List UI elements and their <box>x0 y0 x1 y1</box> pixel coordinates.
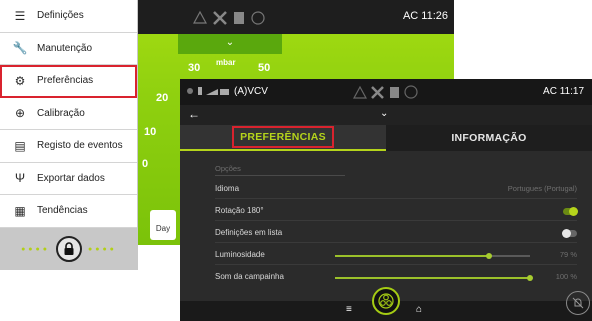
list-settings-toggle[interactable] <box>562 229 577 238</box>
chevron-down-icon[interactable]: ⌄ <box>178 34 282 54</box>
section-title: Opções <box>215 164 241 173</box>
slider-fill <box>335 277 530 279</box>
background-clock: AC 11:26 <box>402 10 448 22</box>
brightness-slider[interactable] <box>335 253 530 259</box>
chevron-down-icon[interactable]: ⌄ <box>380 108 388 119</box>
menu-item-label: Preferências <box>37 75 94 87</box>
fan-button[interactable] <box>372 287 400 315</box>
device-screen: (A)VCV AC 11:17 ← ⌄ PREFERÊNCIAS INFORMA… <box>180 79 592 321</box>
side-menu: ☰ Definições 🔧 Manutenção ⚙ Preferências… <box>0 0 138 270</box>
tab-informacao[interactable]: INFORMAÇÃO <box>386 125 592 151</box>
gauge-label: 10 <box>144 126 157 138</box>
tab-bar: PREFERÊNCIAS INFORMAÇÃO <box>180 125 592 151</box>
device-clock: AC 11:17 <box>543 86 584 97</box>
background-status-bar: AC 11:26 <box>138 0 454 34</box>
menu-item-preferencias[interactable]: ⚙ Preferências <box>0 65 137 98</box>
row-divider <box>215 264 577 265</box>
setting-value: Portugues (Portugal) <box>507 184 577 193</box>
slider-thumb[interactable] <box>486 253 493 259</box>
home-icon[interactable]: ⌂ <box>416 304 422 315</box>
dots-icon: ●●●● <box>88 245 117 253</box>
gauge-label: 30 <box>188 62 201 74</box>
menu-item-calibracao[interactable]: ⊕ Calibração <box>0 98 137 130</box>
slider-thumb[interactable] <box>527 275 533 281</box>
status-icons <box>192 10 265 25</box>
day-mode-button[interactable]: Day <box>150 210 176 240</box>
clipboard-icon: ▤ <box>14 138 26 153</box>
screen: AC 11:26 ⌄ 30 mbar 50 20 10 0 Day ☰ Defi… <box>0 0 592 321</box>
menu-item-exportar-dados[interactable]: Ψ Exportar dados <box>0 163 137 195</box>
gauge-unit: mbar <box>216 58 236 67</box>
dots-icon: ●●●● <box>21 245 50 253</box>
menu-item-definicoes[interactable]: ☰ Definições <box>0 0 137 33</box>
setting-row-luminosidade: Luminosidade 79 % <box>215 247 577 265</box>
setting-label: Som da campainha <box>215 272 284 281</box>
toggle-knob <box>562 229 571 238</box>
tab-label: INFORMAÇÃO <box>451 132 527 144</box>
menu-item-label: Exportar dados <box>37 172 105 184</box>
alarm-silence-button[interactable] <box>566 291 590 315</box>
bell-volume-slider[interactable] <box>335 275 533 281</box>
wrench-icon: 🔧 <box>12 41 28 56</box>
setting-row-som-da-campainha: Som da campainha 100 % <box>215 269 577 287</box>
setting-label: Definições em lista <box>215 228 283 237</box>
day-label: Day <box>155 224 171 233</box>
setting-label: Rotação 180° <box>215 206 264 215</box>
row-divider <box>215 220 577 221</box>
navigation-bar: ← ⌄ <box>180 105 592 125</box>
setting-label: Idioma <box>215 184 240 193</box>
section-divider <box>215 175 345 176</box>
gauge-label: 0 <box>142 158 149 170</box>
menu-item-label: Calibração <box>37 107 85 119</box>
tab-preferencias[interactable]: PREFERÊNCIAS <box>180 125 386 151</box>
menu-item-label: Registo de eventos <box>37 140 123 152</box>
row-divider <box>215 198 577 199</box>
menu-item-label: Manutenção <box>37 42 93 54</box>
gear-icon: ⚙ <box>14 73 26 88</box>
menu-item-label: Tendências <box>37 205 88 217</box>
grid-icon: ▦ <box>14 203 26 218</box>
toggle-knob <box>569 207 578 216</box>
menu-item-manutencao[interactable]: 🔧 Manutenção <box>0 33 137 65</box>
calibration-icon: ⊕ <box>14 106 26 121</box>
usb-icon: Ψ <box>14 171 26 186</box>
setting-row-idioma[interactable]: Idioma Portugues (Portugal) <box>215 181 577 199</box>
row-divider <box>215 242 577 243</box>
menu-icon[interactable]: ≡ <box>346 304 352 315</box>
back-arrow-icon[interactable]: ← <box>188 107 200 121</box>
ventilation-mode: (A)VCV <box>234 85 268 97</box>
fan-icon <box>378 293 394 309</box>
slider-fill <box>335 255 490 257</box>
setting-row-rotacao: Rotação 180° <box>215 203 578 221</box>
rotation-toggle[interactable] <box>563 207 578 216</box>
status-icons <box>352 85 418 99</box>
lock-icon <box>64 242 74 255</box>
setting-value: 79 % <box>559 250 577 259</box>
lock-button[interactable] <box>56 236 82 262</box>
status-bar: (A)VCV AC 11:17 <box>180 79 592 105</box>
setting-value: 100 % <box>555 272 577 281</box>
setting-row-definicoes-em-lista: Definições em lista <box>215 225 577 243</box>
menu-footer: ●●●● ●●●● <box>0 228 138 270</box>
bell-off-icon <box>572 297 584 309</box>
gauge-label: 50 <box>258 62 271 74</box>
gauge-label: 20 <box>156 92 169 104</box>
mode-indicator: (A)VCV <box>186 85 268 97</box>
tab-label: PREFERÊNCIAS <box>232 126 334 148</box>
menu-item-label: Definições <box>37 10 84 22</box>
menu-item-tendencias[interactable]: ▦ Tendências <box>0 195 137 228</box>
patient-icon <box>187 87 229 95</box>
sliders-icon: ☰ <box>14 8 26 23</box>
setting-label: Luminosidade <box>215 250 265 259</box>
menu-item-registo-de-eventos[interactable]: ▤ Registo de eventos <box>0 130 137 163</box>
